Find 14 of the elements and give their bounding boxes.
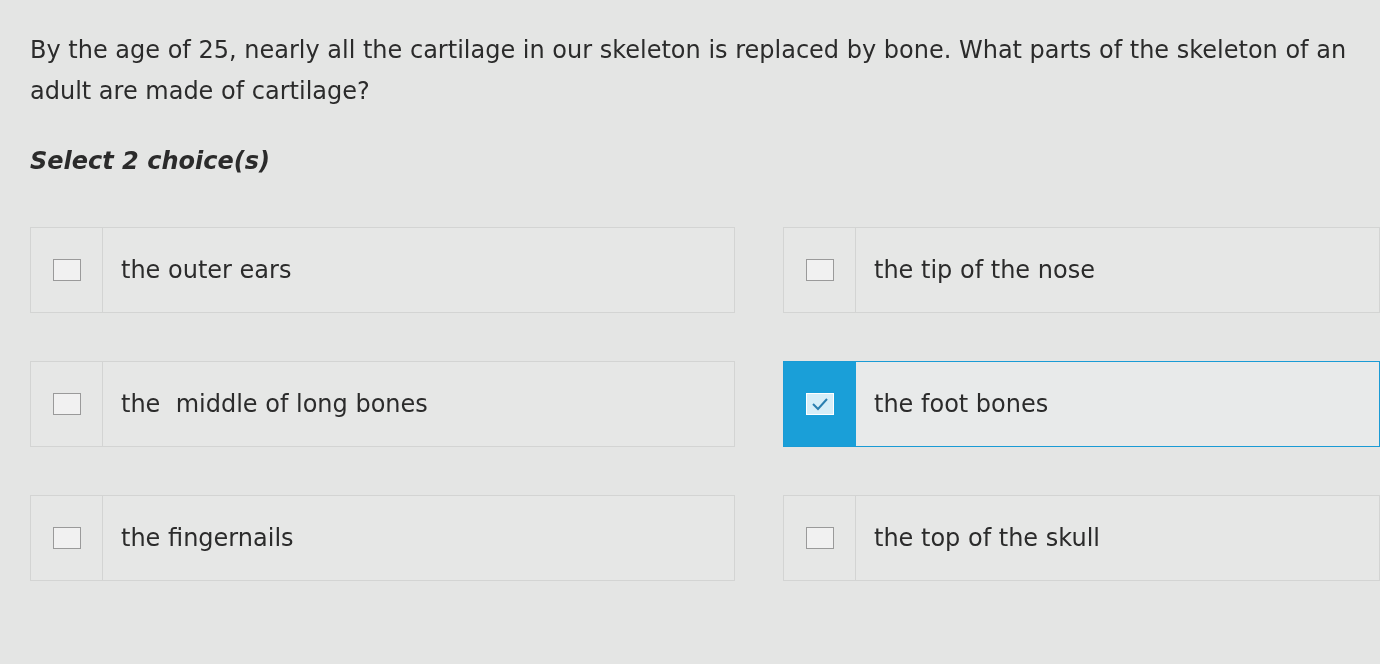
checkbox[interactable] [805,258,834,281]
answer-choice[interactable]: the top of the skull [783,494,1380,581]
answer-choice[interactable]: the tip of the nose [783,226,1380,313]
checkmark-icon [810,396,829,411]
answer-choice[interactable]: the foot bones [783,360,1380,447]
answer-choice[interactable]: the fingernails [30,494,735,581]
checkbox[interactable] [52,258,81,281]
checkbox[interactable] [52,392,81,415]
checkbox[interactable] [805,526,834,549]
answer-choice[interactable]: the middle of long bones [30,360,735,447]
answer-choice[interactable]: the outer ears [30,226,735,313]
instruction-text: Select 2 choice(s) [30,145,271,177]
question-text: By the age of 25, nearly all the cartilage in our skeleton is replaced by bone. What parts of the skeleton of an adult are made of cartilage? [30,35,1348,108]
checkbox[interactable] [52,526,81,549]
